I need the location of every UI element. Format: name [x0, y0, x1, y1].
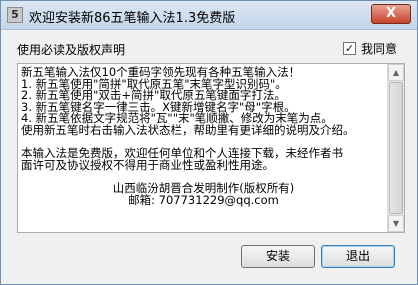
installer-dialog: 5 欢迎安装新86五笔输入法1.3免费版 X 使用必读及版权声明 ✓ 我同意 新…: [0, 0, 418, 285]
app-icon: 5: [7, 7, 23, 23]
agree-checkbox-group[interactable]: ✓ 我同意: [343, 40, 397, 57]
vertical-scrollbar[interactable]: ▲ ▼: [387, 64, 404, 232]
install-button[interactable]: 安装: [241, 245, 315, 268]
exit-button[interactable]: 退出: [321, 245, 395, 268]
license-text-line: 面许可及协议授权不得用于商业性或盈利性用途。: [21, 157, 274, 172]
license-text: 新五笔输入法仅10个重码字领先现有各种五笔输入法！ 1. 新五笔使用"简拼"取代…: [21, 66, 386, 207]
scroll-down-arrow-icon[interactable]: ▼: [388, 215, 404, 232]
scroll-up-arrow-icon[interactable]: ▲: [388, 64, 404, 81]
title-bar: 5 欢迎安装新86五笔输入法1.3免费版 X: [1, 1, 417, 30]
license-heading: 使用必读及版权声明: [17, 43, 126, 57]
window-title: 欢迎安装新86五笔输入法1.3免费版: [29, 11, 236, 26]
license-textarea[interactable]: 新五笔输入法仅10个重码字领先现有各种五笔输入法！ 1. 新五笔使用"简拼"取代…: [17, 63, 405, 233]
agree-label[interactable]: 我同意: [361, 40, 397, 57]
agree-checkbox[interactable]: ✓: [343, 42, 356, 55]
scroll-thumb[interactable]: [389, 82, 403, 214]
close-button[interactable]: X: [371, 4, 411, 24]
license-text-line: 使用新五笔时右击输入法状态栏，帮助里有更详细的说明及介绍。: [21, 122, 355, 137]
license-text-line: 邮箱: 707731229@qq.com: [128, 192, 279, 207]
